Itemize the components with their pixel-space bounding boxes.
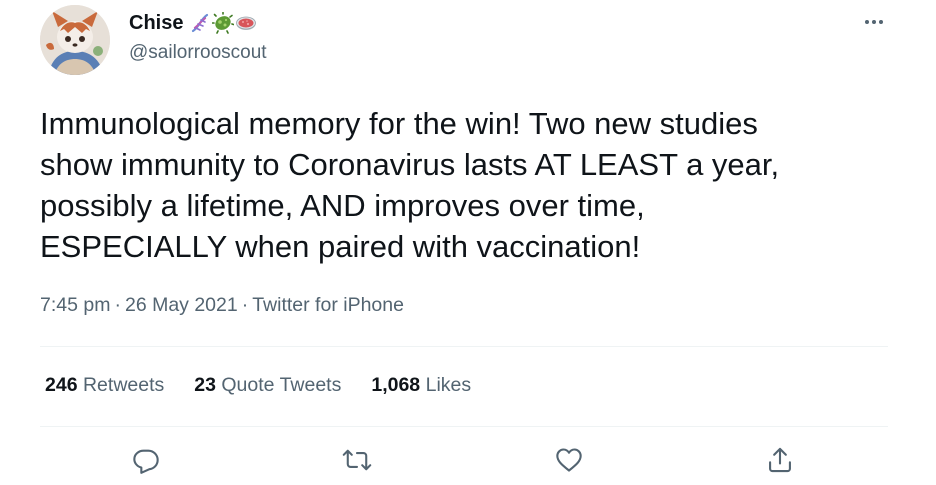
handle[interactable]: @sailorrooscout	[129, 42, 267, 64]
more-options-button[interactable]	[860, 8, 888, 36]
meta-separator: ·	[241, 294, 249, 316]
tweet: Chise @sailorrooscout Immunological memo…	[0, 0, 936, 485]
quote-tweets-label: Quote Tweets	[221, 374, 342, 396]
likes-count: 1,068	[371, 374, 421, 396]
tweet-time[interactable]: 7:45 pm	[40, 294, 110, 316]
divider	[40, 346, 888, 347]
retweets-count: 246	[45, 374, 78, 396]
tweet-source[interactable]: Twitter for iPhone	[252, 294, 404, 316]
likes-label: Likes	[425, 374, 472, 396]
retweet-icon	[342, 449, 372, 471]
avatar[interactable]	[40, 5, 110, 75]
tweet-meta: 7:45 pm · 26 May 2021 · Twitter for iPhone	[40, 294, 404, 317]
reply-icon	[133, 449, 159, 474]
microbe-icon	[212, 11, 235, 34]
reply-button[interactable]	[128, 442, 164, 478]
tweet-date[interactable]: 26 May 2021	[125, 294, 238, 316]
retweets-stat[interactable]: 246 Retweets	[45, 374, 164, 397]
share-icon	[769, 447, 791, 473]
quote-tweets-stat[interactable]: 23 Quote Tweets	[194, 374, 341, 397]
tweet-text: Immunological memory for the win! Two ne…	[40, 106, 780, 264]
action-bar	[0, 442, 936, 482]
author-block: Chise @sailorrooscout	[129, 10, 267, 64]
display-name[interactable]: Chise	[129, 12, 183, 35]
dna-icon	[189, 12, 211, 34]
more-icon	[865, 20, 883, 24]
retweet-button[interactable]	[339, 442, 375, 478]
petri-dish-icon	[235, 12, 257, 34]
divider	[40, 426, 888, 427]
like-button[interactable]	[551, 442, 587, 478]
share-button[interactable]	[762, 442, 798, 478]
engagement-stats: 246 Retweets 23 Quote Tweets 1,068 Likes	[45, 374, 501, 397]
meta-separator: ·	[114, 294, 121, 316]
likes-stat[interactable]: 1,068 Likes	[371, 374, 471, 397]
retweets-label: Retweets	[82, 374, 165, 396]
like-icon	[556, 448, 582, 472]
quote-tweets-count: 23	[194, 374, 216, 396]
display-name-row: Chise	[129, 10, 267, 36]
